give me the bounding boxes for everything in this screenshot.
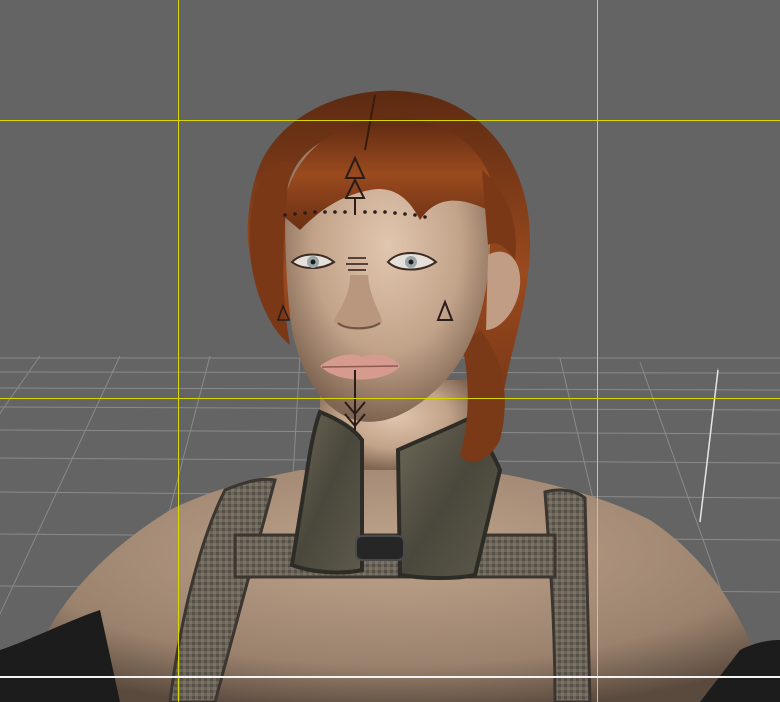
viewport-bottom-frame-line [0,676,780,678]
collar-left-plate [289,409,364,575]
collar-clasp [355,535,405,561]
render-scene[interactable] [0,0,780,702]
torso [20,470,770,702]
grid-axis-line [699,369,719,523]
3d-viewport[interactable] [0,0,780,702]
